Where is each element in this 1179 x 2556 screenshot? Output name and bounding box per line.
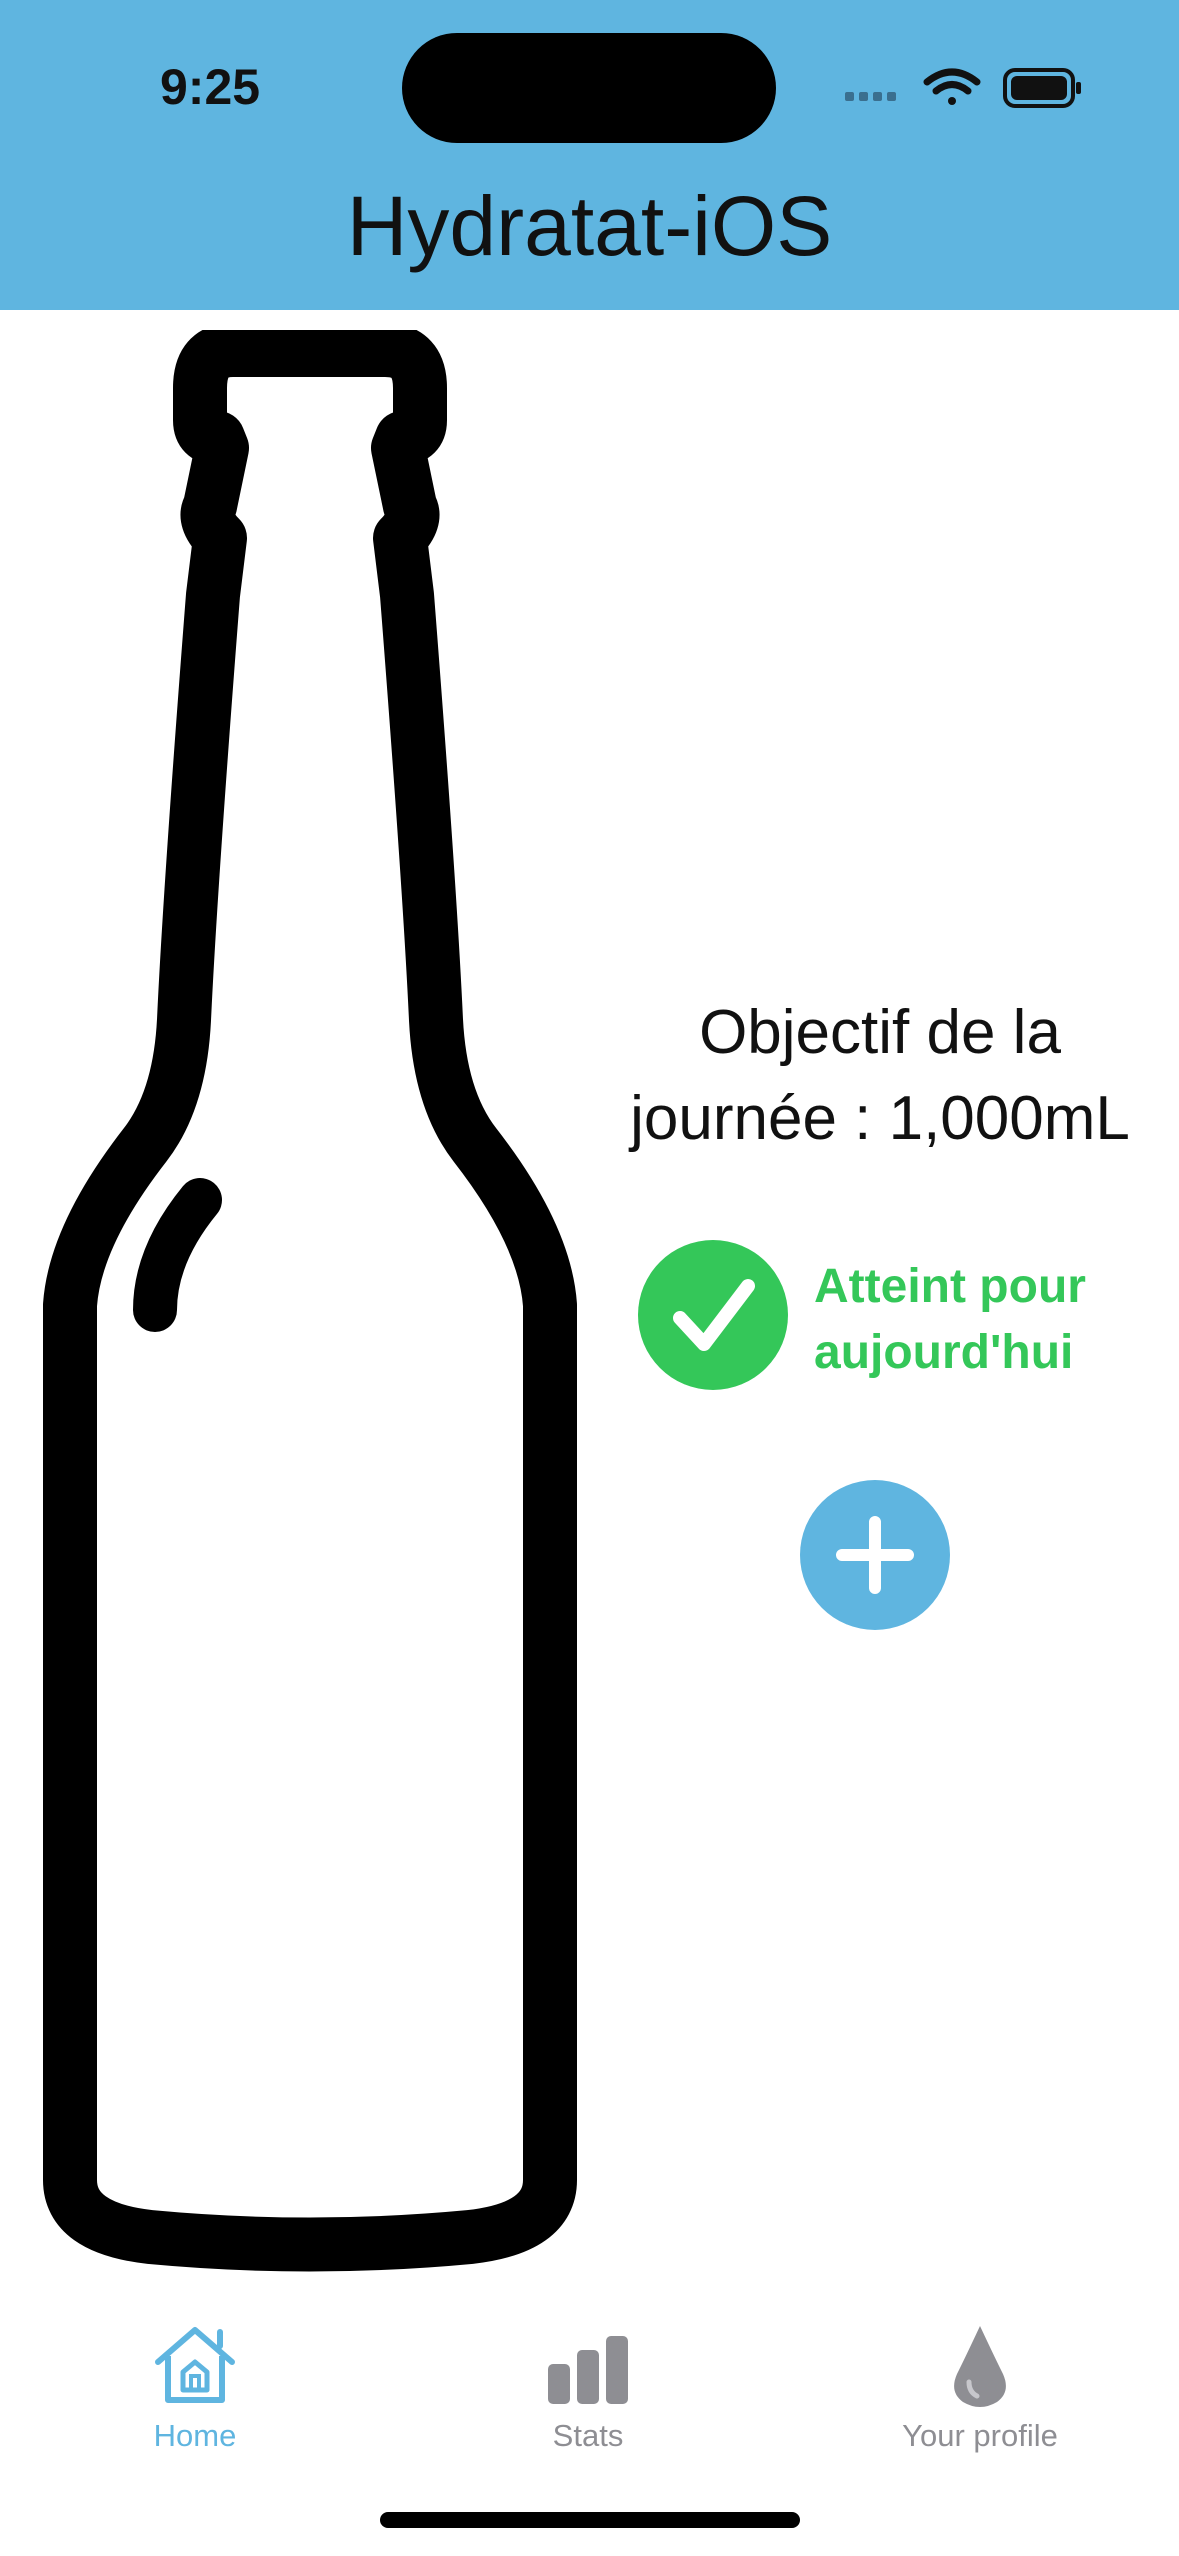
cellular-signal-icon <box>845 92 896 101</box>
tab-stats[interactable]: Stats <box>438 2300 738 2470</box>
tab-home-label: Home <box>153 2418 237 2453</box>
status-icons <box>845 68 1081 108</box>
tab-profile-label: Your profile <box>902 2418 1058 2453</box>
checkmark-icon <box>638 1240 788 1390</box>
bar-chart-icon <box>548 2336 628 2404</box>
app-title: Hydratat-iOS <box>346 179 833 273</box>
tab-profile[interactable]: Your profile <box>830 2300 1130 2470</box>
goal-status-line-1: Atteint pour <box>814 1260 1086 1313</box>
goal-status-label: Atteint pour aujourd'hui <box>814 1254 1154 1386</box>
goal-line-2: journée : 1,000mL <box>630 1084 1130 1153</box>
dynamic-island <box>402 33 776 143</box>
wifi-icon <box>923 68 981 105</box>
bottle-illustration <box>43 330 577 2272</box>
goal-status-line-2: aujourd'hui <box>814 1326 1074 1379</box>
status-time: 9:25 <box>160 59 261 115</box>
navigation-header: 9:25 Hydratat-iOS <box>0 0 1179 310</box>
goal-status: Atteint pour aujourd'hui <box>638 1240 1158 1390</box>
battery-icon <box>1003 68 1081 108</box>
add-water-button[interactable] <box>800 1480 950 1630</box>
water-drop-icon <box>954 2326 1006 2407</box>
tab-home[interactable]: Home <box>45 2300 345 2470</box>
goal-line-1: Objectif de la <box>699 998 1061 1067</box>
house-icon <box>155 2327 235 2403</box>
tab-stats-label: Stats <box>552 2418 624 2453</box>
home-indicator[interactable] <box>380 2512 800 2528</box>
tab-bar: Home Stats Your profile <box>0 2300 1179 2500</box>
daily-goal-text: Objectif de la journée : 1,000mL <box>600 990 1160 1162</box>
plus-icon <box>836 1516 914 1594</box>
